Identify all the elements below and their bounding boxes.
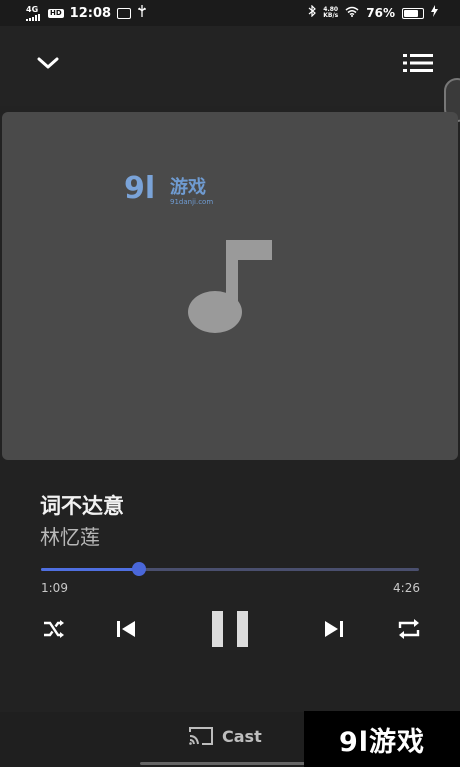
- watermark-logo-url: 91danji.com: [170, 198, 213, 206]
- elapsed-time: 1:09: [41, 581, 68, 595]
- shuffle-button[interactable]: [38, 614, 70, 644]
- shuffle-icon: [44, 620, 64, 638]
- cast-label: Cast: [222, 726, 262, 746]
- playback-controls: [0, 606, 460, 652]
- queue-list-icon: [403, 54, 433, 72]
- queue-button[interactable]: [400, 48, 436, 78]
- notification-icon: [117, 7, 132, 19]
- repeat-button[interactable]: [392, 614, 426, 644]
- status-time: 12:08: [69, 5, 112, 21]
- seek-bar[interactable]: [41, 562, 419, 576]
- chevron-down-icon: [37, 57, 59, 69]
- signal-icon: 4G: [26, 4, 42, 21]
- seek-bar-fill: [41, 568, 139, 571]
- signal-label: 4G: [26, 4, 39, 14]
- skip-next-icon: [325, 621, 343, 637]
- home-indicator[interactable]: [140, 762, 320, 765]
- skip-previous-icon: [117, 621, 135, 637]
- bluetooth-icon: [308, 4, 317, 21]
- network-speed-unit: KB/s: [323, 12, 339, 19]
- song-artist[interactable]: 林忆莲: [40, 521, 100, 550]
- repeat-icon: [398, 619, 420, 639]
- usb-icon: [137, 5, 147, 21]
- watermark-logo-text: 游戏: [170, 176, 206, 198]
- player-screen: 4G HD 12:08 4.80 KB/s 76% 9l 游戏 91danji.…: [0, 0, 460, 767]
- corner-watermark-text: 9l游戏: [338, 726, 426, 758]
- wifi-icon: [345, 6, 359, 21]
- battery-fill: [404, 9, 418, 17]
- battery-percent: 76%: [366, 6, 395, 20]
- total-time: 4:26: [393, 581, 420, 595]
- cast-icon: [189, 727, 213, 745]
- network-speed: 4.80 KB/s: [323, 7, 338, 19]
- pause-icon: [212, 611, 248, 647]
- status-left: 4G HD 12:08: [26, 5, 147, 21]
- status-right: 4.80 KB/s 76%: [308, 4, 438, 21]
- battery-icon: [402, 7, 424, 19]
- watermark-logo: 9l 游戏 91danji.com: [124, 168, 224, 210]
- previous-button[interactable]: [110, 614, 142, 644]
- seek-bar-thumb[interactable]: [131, 562, 146, 576]
- cast-button[interactable]: Cast: [188, 726, 262, 746]
- hd-badge: HD: [48, 8, 64, 18]
- charging-icon: [431, 5, 438, 21]
- watermark-logo-number: 9l: [124, 171, 155, 206]
- corner-watermark: 9l游戏: [304, 711, 460, 767]
- player-header: [0, 26, 460, 106]
- song-title: 词不达意: [40, 494, 124, 518]
- music-note-icon: [182, 236, 278, 336]
- status-bar: 4G HD 12:08 4.80 KB/s 76%: [0, 0, 460, 26]
- collapse-button[interactable]: [30, 48, 66, 78]
- pause-button[interactable]: [204, 606, 256, 652]
- next-button[interactable]: [318, 614, 350, 644]
